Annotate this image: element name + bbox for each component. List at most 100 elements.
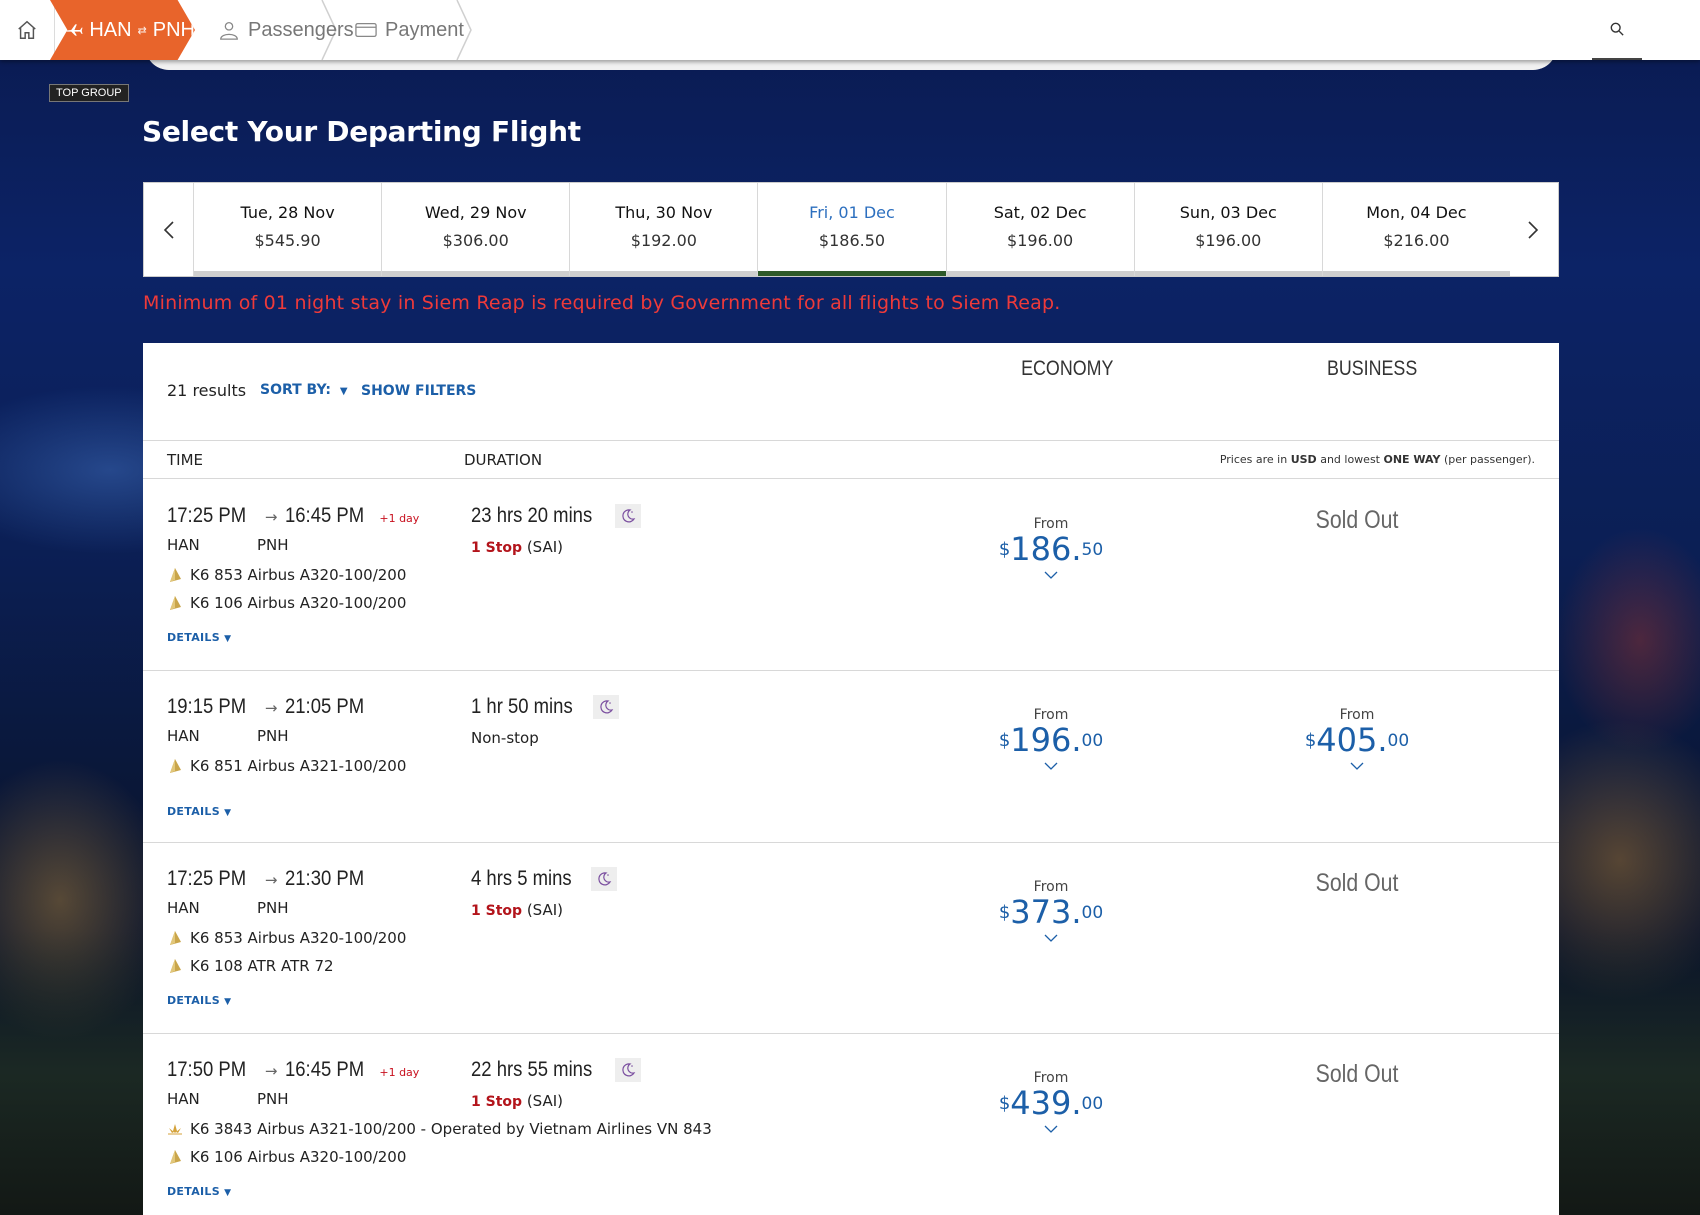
- date-tab-date: Fri, 01 Dec: [809, 203, 895, 222]
- overnight-moon-icon: [614, 1058, 641, 1082]
- departure-time: 19:15 PM: [167, 695, 247, 718]
- date-tab-price: $196.00: [1195, 231, 1262, 250]
- results-header: 21 results SORT BY: ▼ SHOW FILTERS ECONO…: [143, 343, 1559, 441]
- details-toggle[interactable]: DETAILS ▼: [167, 631, 231, 644]
- flight-times: 17:50 PM → 16:45 PM +1 day: [167, 1058, 419, 1082]
- fare-whole: 196.: [1010, 721, 1082, 759]
- duration-text: 22 hrs 55 mins: [471, 1058, 593, 1081]
- previous-dates-button[interactable]: [144, 183, 194, 276]
- destination-code: PNH: [257, 727, 289, 745]
- arrival-time: 16:45 PM: [285, 1058, 365, 1081]
- origin-code: HAN: [167, 536, 200, 554]
- airline-logo-icon: [170, 596, 181, 610]
- flight-times: 19:15 PM → 21:05 PM: [167, 695, 375, 719]
- date-tab-price: $196.00: [1007, 231, 1074, 250]
- column-headers: TIME DURATION Prices are in USD and lowe…: [143, 441, 1559, 479]
- date-tab[interactable]: Sun, 03 Dec $196.00: [1134, 183, 1323, 276]
- route-origin: HAN: [89, 18, 132, 41]
- origin-code: HAN: [167, 899, 200, 917]
- date-tab-price: $545.90: [254, 231, 321, 250]
- flight-row[interactable]: 19:15 PM → 21:05 PM HAN PNH K6 851 Airbus…: [143, 671, 1559, 843]
- details-toggle[interactable]: DETAILS ▼: [167, 1185, 231, 1198]
- overnight-moon-icon: [614, 504, 641, 528]
- chevron-right-icon: [1528, 220, 1539, 239]
- arrow-right-icon: →: [264, 871, 278, 889]
- chevron-down-icon: [951, 1122, 1151, 1137]
- destination-code: PNH: [257, 1090, 289, 1108]
- fare-amount: $405.00: [1257, 723, 1457, 757]
- step-passengers[interactable]: Passengers: [218, 0, 354, 60]
- plus-day-badge: +1 day: [379, 1066, 420, 1079]
- details-label: DETAILS: [167, 631, 220, 644]
- date-tab-price: $186.50: [818, 231, 886, 250]
- date-tab[interactable]: Tue, 28 Nov $545.90: [194, 183, 383, 276]
- details-label: DETAILS: [167, 994, 220, 1007]
- duration: 22 hrs 55 mins: [471, 1058, 641, 1082]
- stop-count: Non-stop: [471, 729, 539, 747]
- details-label: DETAILS: [167, 805, 220, 818]
- fare-amount: $439.00: [951, 1086, 1151, 1120]
- caret-down-icon: ▼: [339, 386, 348, 397]
- search-button[interactable]: [1592, 0, 1642, 60]
- show-filters-button[interactable]: SHOW FILTERS: [361, 383, 476, 399]
- arrival-time: 21:30 PM: [285, 867, 365, 890]
- sort-by-dropdown[interactable]: SORT BY: ▼: [260, 382, 348, 398]
- fare-cents: 00: [1081, 903, 1104, 923]
- flight-row[interactable]: 17:25 PM → 21:30 PM HAN PNH K6 853 Airbus…: [143, 843, 1559, 1034]
- flight-segment: K6 106 Airbus A320-100/200: [167, 1148, 406, 1166]
- airline-logo-icon: [170, 1150, 181, 1164]
- duration: 23 hrs 20 mins: [471, 504, 641, 528]
- duration: 4 hrs 5 mins: [471, 867, 618, 891]
- step-payment[interactable]: Payment: [355, 0, 464, 60]
- next-dates-button[interactable]: [1508, 183, 1558, 276]
- details-toggle[interactable]: DETAILS ▼: [167, 994, 231, 1007]
- economy-column-header: ECONOMY: [1021, 357, 1114, 380]
- price-note-oneway: ONE WAY: [1383, 453, 1441, 466]
- stop-count: 1 Stop: [471, 540, 523, 556]
- date-tab-date: Tue, 28 Nov: [240, 203, 335, 222]
- segment-text: K6 3843 Airbus A321-100/200 - Operated b…: [190, 1120, 712, 1138]
- segment-text: K6 853 Airbus A320-100/200: [190, 929, 407, 947]
- chevron-down-icon: [1257, 759, 1457, 774]
- step-payment-label: Payment: [385, 18, 464, 41]
- date-tab[interactable]: Wed, 29 Nov $306.00: [382, 183, 571, 276]
- date-tab-date: Mon, 04 Dec: [1366, 203, 1467, 222]
- date-tab[interactable]: Sat, 02 Dec $196.00: [946, 183, 1135, 276]
- flight-row[interactable]: 17:50 PM → 16:45 PM +1 day HAN PNH K6 384…: [143, 1034, 1559, 1215]
- date-tab-price: $216.00: [1383, 231, 1450, 250]
- top-navigation-bar: HAN ⇄ PNH Passengers Payment: [0, 0, 1700, 60]
- fare-cents: 00: [1387, 731, 1410, 751]
- segment-text: K6 851 Airbus A321-100/200: [190, 757, 407, 775]
- credit-card-icon: [355, 22, 377, 38]
- airline-logo-icon: [170, 959, 181, 973]
- date-tab[interactable]: Thu, 30 Nov $192.00: [570, 183, 759, 276]
- overnight-moon-icon: [591, 867, 618, 891]
- home-button[interactable]: [0, 0, 55, 60]
- economy-fare[interactable]: From $186.50: [951, 516, 1151, 583]
- economy-fare[interactable]: From $439.00: [951, 1070, 1151, 1137]
- economy-fare[interactable]: From $373.00: [951, 879, 1151, 946]
- search-icon: [1610, 22, 1624, 36]
- person-icon: [220, 22, 238, 40]
- departure-time: 17:50 PM: [167, 1058, 247, 1081]
- date-tab[interactable]: Mon, 04 Dec $216.00: [1322, 183, 1511, 276]
- details-toggle[interactable]: DETAILS ▼: [167, 805, 231, 818]
- airline-logo-icon: [170, 931, 181, 945]
- duration-column-header: DURATION: [464, 451, 543, 469]
- stop-airport: (SAI): [526, 538, 564, 556]
- economy-fare[interactable]: From $196.00: [951, 707, 1151, 774]
- business-fare[interactable]: From $405.00: [1257, 707, 1457, 774]
- chevron-down-icon: [951, 568, 1151, 583]
- currency-symbol: $: [998, 539, 1011, 560]
- time-column-header: TIME: [167, 451, 204, 469]
- caret-down-icon: ▼: [224, 634, 232, 644]
- date-tab-selected[interactable]: Fri, 01 Dec $186.50: [758, 183, 947, 276]
- flight-segment: K6 853 Airbus A320-100/200: [167, 929, 406, 947]
- flight-row[interactable]: 17:25 PM → 16:45 PM +1 day HAN PNH K6 853…: [143, 480, 1559, 671]
- currency-symbol: $: [998, 902, 1011, 923]
- airline-logo-icon: [170, 759, 181, 773]
- date-tab-date: Sat, 02 Dec: [993, 203, 1087, 222]
- duration-text: 4 hrs 5 mins: [471, 867, 572, 890]
- route-step-active[interactable]: HAN ⇄ PNH: [50, 0, 195, 60]
- segment-text: K6 108 ATR ATR 72: [190, 957, 334, 975]
